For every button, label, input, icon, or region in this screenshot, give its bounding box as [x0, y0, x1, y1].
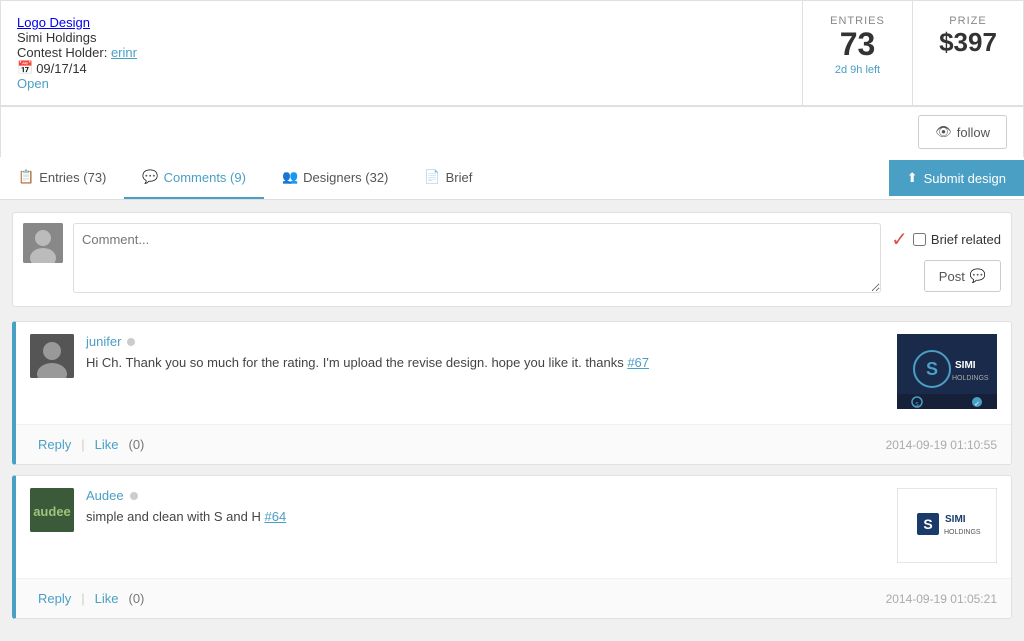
audee-comment-text: simple and clean with S and H #64	[86, 507, 885, 527]
entries-tab-icon: 📋	[18, 169, 34, 185]
junifer-avatar	[30, 334, 74, 378]
entries-sub: 2d 9h left	[823, 64, 892, 76]
svg-text:audee: audee	[33, 504, 71, 519]
junifer-like-button[interactable]: Like	[87, 433, 127, 456]
svg-text:S: S	[926, 359, 938, 379]
audee-comment-footer: Reply | Like (0) 2014-09-19 01:05:21	[16, 578, 1011, 618]
audee-like-count: (0)	[129, 591, 145, 606]
junifer-like-count: (0)	[129, 437, 145, 452]
contest-date: 📅 09/17/14	[17, 60, 786, 76]
checkmark-icon: ✓	[891, 227, 908, 252]
comments-tab-icon: 💬	[142, 169, 158, 185]
design-preview-dark: S SIMI HOLDINGS s ✓	[897, 334, 997, 412]
junifer-reply-button[interactable]: Reply	[30, 433, 79, 456]
online-indicator	[130, 492, 138, 500]
upload-icon: ⬆	[907, 170, 918, 186]
chat-icon: 💬	[970, 268, 986, 284]
logo-design-link[interactable]: Logo Design	[17, 15, 90, 30]
brief-tab-icon: 📄	[424, 169, 440, 185]
entry-hash-link[interactable]: #67	[627, 355, 649, 370]
svg-text:S: S	[923, 516, 932, 532]
prize-label: PRIZE	[933, 15, 1003, 27]
company-name: Simi Holdings	[17, 30, 786, 45]
prize-value: $397	[933, 27, 1003, 58]
follow-button[interactable]: 👁 follow	[918, 115, 1007, 149]
svg-text:SIMI: SIMI	[945, 514, 966, 525]
comment-item: junifer Hi Ch. Thank you so much for the…	[12, 321, 1012, 465]
tab-entries[interactable]: 📋 Entries (73)	[0, 157, 124, 199]
audee-comment-body: Audee simple and clean with S and H #64	[86, 488, 885, 527]
audee-username[interactable]: Audee	[86, 488, 124, 503]
comment-input-wrapper	[73, 223, 881, 296]
tab-designers[interactable]: 👥 Designers (32)	[264, 157, 406, 199]
audee-avatar: audee	[30, 488, 74, 532]
audee-timestamp: 2014-09-19 01:05:21	[886, 592, 997, 606]
junifer-comment-footer: Reply | Like (0) 2014-09-19 01:10:55	[16, 424, 1011, 464]
comment-input-area: ✓ Brief related Post 💬	[12, 212, 1012, 307]
holder-name-link[interactable]: erinr	[111, 45, 137, 60]
status-badge: Open	[17, 76, 49, 91]
junifer-username[interactable]: junifer	[86, 334, 121, 349]
current-user-avatar	[23, 223, 63, 263]
design-preview-light: S SIMI HOLDINGS	[897, 488, 997, 566]
svg-text:✓: ✓	[974, 401, 980, 408]
svg-text:HOLDINGS: HOLDINGS	[952, 375, 989, 382]
tabs-bar: 📋 Entries (73) 💬 Comments (9) 👥 Designer…	[0, 157, 1024, 200]
tab-brief[interactable]: 📄 Brief	[406, 157, 490, 199]
svg-text:SIMI: SIMI	[955, 360, 976, 371]
junifer-timestamp: 2014-09-19 01:10:55	[886, 438, 997, 452]
entries-value: 73	[823, 27, 892, 62]
eye-icon: 👁	[935, 124, 952, 140]
junifer-comment-text: Hi Ch. Thank you so much for the rating.…	[86, 353, 885, 373]
designers-tab-icon: 👥	[282, 169, 298, 185]
junifer-comment-body: junifer Hi Ch. Thank you so much for the…	[86, 334, 885, 373]
brief-related-checkbox[interactable]	[913, 233, 926, 246]
online-indicator	[127, 338, 135, 346]
calendar-icon: 📅	[17, 60, 33, 76]
audee-like-button[interactable]: Like	[87, 587, 127, 610]
comment-item: audee Audee simple and clean with S and …	[12, 475, 1012, 619]
contest-holder-label: Contest Holder:	[17, 45, 107, 60]
post-button[interactable]: Post 💬	[924, 260, 1001, 292]
tab-comments[interactable]: 💬 Comments (9)	[124, 157, 264, 199]
brief-related-label: Brief related	[931, 232, 1001, 247]
entry-hash-link-2[interactable]: #64	[265, 509, 287, 524]
svg-text:s: s	[915, 401, 919, 408]
svg-text:HOLDINGS: HOLDINGS	[944, 529, 981, 536]
comment-textarea[interactable]	[73, 223, 881, 293]
brief-related-group: ✓ Brief related	[891, 227, 1001, 252]
comment-form-actions: ✓ Brief related Post 💬	[891, 227, 1001, 292]
audee-reply-button[interactable]: Reply	[30, 587, 79, 610]
submit-design-button[interactable]: ⬆ Submit design	[889, 160, 1024, 196]
